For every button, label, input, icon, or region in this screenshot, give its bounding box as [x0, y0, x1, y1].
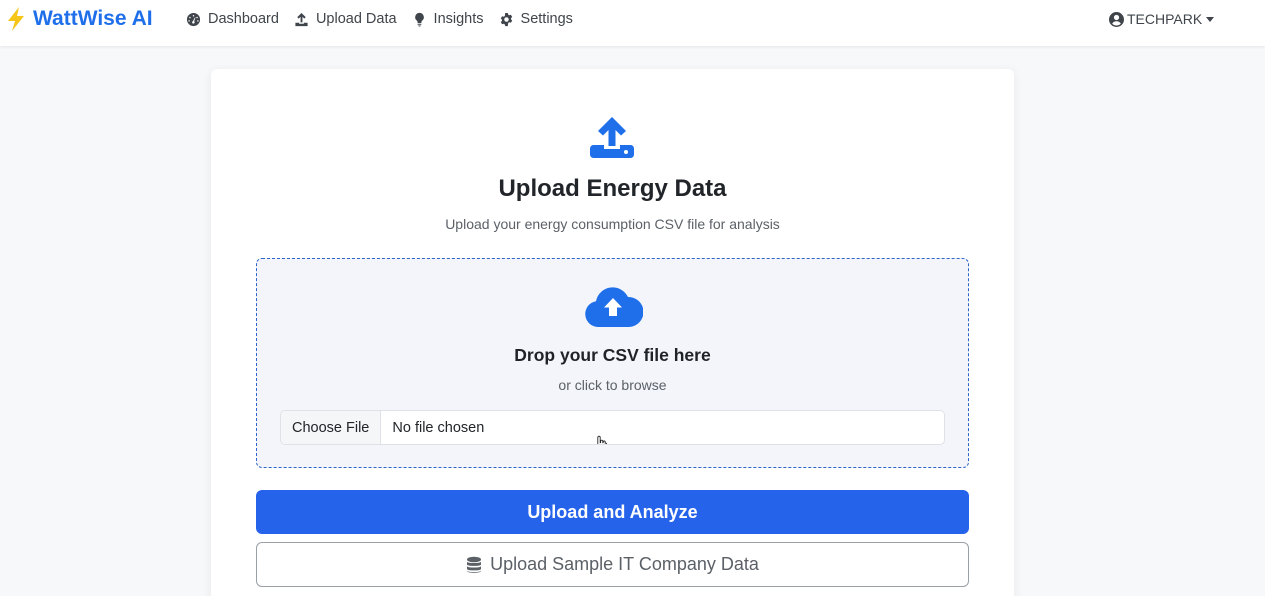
- nav-insights[interactable]: Insights: [412, 11, 484, 27]
- choose-file-button[interactable]: Choose File: [281, 411, 382, 444]
- upload-sample-data-label: Upload Sample IT Company Data: [490, 554, 759, 574]
- upload-sample-data-button[interactable]: Upload Sample IT Company Data: [256, 542, 969, 587]
- chevron-down-icon: [1206, 16, 1215, 22]
- file-status-text: No file chosen: [392, 419, 485, 436]
- nav-dashboard[interactable]: Dashboard: [186, 11, 279, 27]
- brand-link[interactable]: WattWise AI: [6, 7, 153, 31]
- nav-settings[interactable]: Settings: [499, 11, 573, 27]
- page-title: Upload Energy Data: [498, 175, 727, 202]
- file-input[interactable]: Choose File No file chosen: [280, 410, 945, 445]
- upload-and-analyze-button[interactable]: Upload and Analyze: [256, 490, 969, 534]
- nav-settings-label: Settings: [520, 11, 573, 27]
- gauge-icon: [186, 12, 201, 26]
- nav-upload-data[interactable]: Upload Data: [294, 11, 397, 27]
- nav-insights-label: Insights: [433, 11, 484, 27]
- user-name: TECHPARK: [1127, 11, 1203, 27]
- hand-cursor-icon: [597, 435, 608, 444]
- nav-upload-data-label: Upload Data: [315, 11, 397, 27]
- database-icon: [467, 556, 482, 573]
- nav-links: Dashboard Upload Data Insights Settings: [186, 0, 588, 38]
- upload-icon: [590, 117, 634, 158]
- bolt-icon: [8, 7, 24, 31]
- upload-card: Upload Energy Data Upload your energy co…: [211, 69, 1014, 596]
- top-navbar: WattWise AI Dashboard Upload Data Insigh…: [0, 0, 1265, 46]
- gear-icon: [500, 12, 512, 26]
- csv-dropzone[interactable]: Drop your CSV file here or click to brow…: [256, 258, 969, 468]
- dropzone-title: Drop your CSV file here: [514, 345, 711, 365]
- upload-icon: [295, 12, 308, 26]
- nav-dashboard-label: Dashboard: [208, 11, 279, 27]
- user-menu-dropdown[interactable]: TECHPARK: [1109, 0, 1215, 38]
- dropzone-subtitle: or click to browse: [558, 377, 667, 393]
- user-circle-icon: [1109, 11, 1124, 27]
- page-subtitle: Upload your energy consumption CSV file …: [445, 216, 780, 232]
- cloud-upload-icon: [585, 287, 643, 327]
- brand-name: WattWise AI: [33, 7, 153, 30]
- lightbulb-icon: [414, 12, 424, 27]
